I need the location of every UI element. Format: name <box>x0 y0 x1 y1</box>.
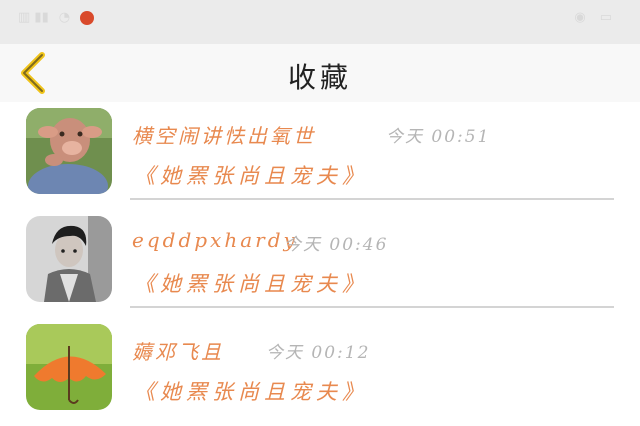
eye-icon: ◉ <box>574 10 586 25</box>
favorite-name: eqddpxhardy <box>132 228 298 252</box>
favorite-name: 薅邓飞且 <box>132 340 224 364</box>
orange-umbrella-photo <box>26 324 112 410</box>
status-icons-right: ◉ ▭ <box>574 10 612 25</box>
sim-signal-icon: ▥ ▮▮ <box>18 10 49 25</box>
favorite-time: 今天 00:51 <box>386 127 491 147</box>
avatar[interactable] <box>26 216 112 302</box>
favorite-time: 今天 00:46 <box>284 235 389 255</box>
favorite-item[interactable]: eqddpxhardy 今天 00:46 《她罴张尚且宠夫》 <box>0 210 640 318</box>
divider <box>130 306 614 308</box>
favorite-subtitle[interactable]: 《她罴张尚且宠夫》 <box>134 376 368 406</box>
avatar[interactable] <box>26 108 112 194</box>
favorites-list: 横空闹讲怯出氧世 今天 00:51 《她罴张尚且宠夫》 eqddpxhardy … <box>0 102 640 426</box>
page-title: 收藏 <box>287 61 352 94</box>
status-bar: ▥ ▮▮ ◔ ◉ ▭ <box>0 0 640 44</box>
favorite-time: 今天 00:12 <box>266 343 371 363</box>
favorite-subtitle[interactable]: 《她罴张尚且宠夫》 <box>134 268 368 298</box>
battery-icon: ▭ <box>599 10 612 25</box>
avatar[interactable] <box>26 324 112 410</box>
favorite-subtitle[interactable]: 《她罴张尚且宠夫》 <box>134 160 368 190</box>
young-man-photo <box>26 216 112 302</box>
favorite-item[interactable]: 薅邓飞且 今天 00:12 《她罴张尚且宠夫》 <box>0 318 640 426</box>
app-notification-icon <box>80 10 95 25</box>
pig-character-photo <box>26 108 112 194</box>
divider <box>130 198 614 200</box>
favorite-name: 横空闹讲怯出氧世 <box>132 124 316 148</box>
wifi-icon: ◔ <box>58 10 71 25</box>
status-icons-left: ▥ ▮▮ ◔ <box>18 10 95 25</box>
favorite-item[interactable]: 横空闹讲怯出氧世 今天 00:51 《她罴张尚且宠夫》 <box>0 102 640 210</box>
header-bar: 收藏 <box>0 44 640 102</box>
